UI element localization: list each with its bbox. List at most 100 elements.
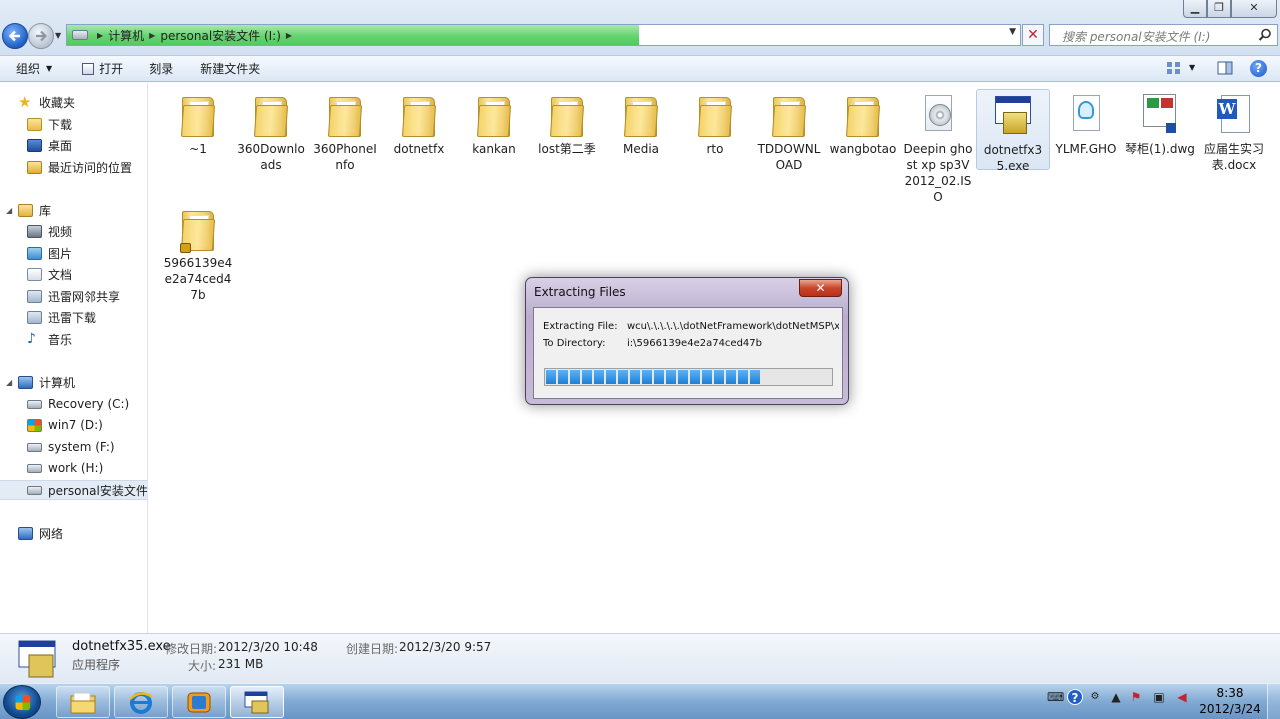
nav-xunlei-download[interactable]: 迅雷下载 [0, 307, 147, 327]
file-item[interactable]: ~1 [161, 85, 235, 157]
tray-options-icon[interactable]: ⚙ [1087, 689, 1103, 705]
preview-pane-icon[interactable] [1217, 61, 1233, 75]
drive-icon [27, 485, 42, 495]
file-item[interactable]: Deepin ghost xp sp3V2012_02.ISO [901, 85, 975, 205]
taskbar-installer[interactable] [230, 686, 284, 718]
network-status-icon[interactable]: ▣ [1151, 689, 1167, 705]
nav-pictures[interactable]: 图片 [0, 243, 147, 263]
show-hidden-icons-icon[interactable]: ▲ [1108, 689, 1124, 705]
tray-help-icon[interactable]: ? [1067, 689, 1083, 705]
file-item[interactable]: TDDOWNLOAD [752, 85, 826, 173]
back-button[interactable] [2, 23, 28, 49]
progress-segment [594, 370, 604, 384]
nav-label: 下载 [48, 117, 73, 132]
file-item-selected[interactable]: dotnetfx35.exe [976, 89, 1050, 173]
close-icon: ✕ [1249, 1, 1259, 14]
file-item[interactable]: rto [678, 85, 752, 157]
nav-label: system (F:) [48, 440, 115, 454]
help-icon[interactable]: ? [1250, 60, 1267, 77]
file-item[interactable]: 5966139e4e2a74ced47b [161, 199, 235, 303]
file-item[interactable]: wangbotao [826, 85, 900, 157]
search-icon[interactable] [1258, 28, 1272, 42]
start-button[interactable] [3, 685, 41, 719]
nav-drive-d[interactable]: win7 (D:) [0, 415, 147, 435]
file-item[interactable]: 琴柜(1).dwg [1123, 85, 1197, 157]
taskbar-explorer[interactable] [56, 686, 110, 718]
nav-label: work (H:) [48, 461, 104, 475]
nav-drive-h[interactable]: work (H:) [0, 458, 147, 478]
file-item[interactable]: Media [604, 85, 678, 157]
tray-keyboard-icon[interactable]: ⌨ [1047, 689, 1064, 705]
nav-downloads[interactable]: 下载 [0, 114, 147, 134]
address-dropdown-icon[interactable]: ▼ [1009, 27, 1016, 37]
restore-icon: ❐ [1214, 1, 1224, 14]
tray-alert-icon[interactable]: ⚑ [1128, 689, 1144, 705]
taskbar-internet-explorer[interactable] [114, 686, 168, 718]
collapse-icon[interactable]: ◢ [6, 378, 12, 387]
dialog-close-button[interactable]: ✕ [799, 279, 842, 297]
file-item[interactable]: YLMF.GHO [1049, 85, 1123, 157]
taskbar-media-player[interactable] [172, 686, 226, 718]
nav-network[interactable]: 网络 [0, 523, 147, 543]
file-item[interactable]: kankan [457, 85, 531, 157]
file-item[interactable]: lost第二季 [530, 85, 604, 157]
clock-time[interactable]: 8:38 [1200, 686, 1260, 700]
clock-date[interactable]: 2012/3/24 [1197, 702, 1263, 716]
breadcrumb-separator[interactable]: ▶ [149, 31, 155, 40]
file-item[interactable]: dotnetfx [382, 85, 456, 157]
nav-drive-f[interactable]: system (F:) [0, 437, 147, 457]
nav-favorites[interactable]: ★ 收藏夹 [0, 92, 147, 112]
drive-icon [27, 399, 42, 409]
nav-label: 文档 [48, 267, 73, 282]
show-desktop-button[interactable] [1267, 684, 1280, 719]
computer-icon [18, 375, 33, 389]
progress-segment [666, 370, 676, 384]
breadcrumb-separator[interactable]: ▶ [286, 31, 292, 40]
burn-button[interactable]: 刻录 [149, 60, 173, 77]
collapse-icon[interactable]: ◢ [6, 206, 12, 215]
nav-videos[interactable]: 视频 [0, 221, 147, 241]
extracting-file-label: Extracting File: [543, 321, 618, 332]
extraction-progress-bar [544, 368, 833, 386]
organize-menu[interactable]: 组织 ▼ [16, 60, 52, 77]
address-field[interactable]: ▶ 计算机 ▶ personal安装文件 (I:) ▶ ▼ [66, 24, 1021, 46]
new-folder-button[interactable]: 新建文件夹 [200, 60, 260, 77]
change-view-icon[interactable] [1166, 61, 1182, 75]
close-window-button[interactable]: ✕ [1231, 0, 1277, 18]
forward-button[interactable] [28, 23, 54, 49]
nav-desktop[interactable]: 桌面 [0, 135, 147, 155]
maximize-button[interactable]: ❐ [1207, 0, 1231, 18]
nav-label: 库 [39, 203, 52, 218]
breadcrumb-drive[interactable]: personal安装文件 (I:) [160, 27, 281, 44]
file-item[interactable]: W 应届生实习表.docx [1197, 85, 1271, 173]
nav-xunlei-share[interactable]: 迅雷网邻共享 [0, 286, 147, 306]
nav-libraries[interactable]: ◢ 库 [0, 200, 147, 220]
view-options-dropdown[interactable]: ▼ [1189, 63, 1195, 72]
nav-music[interactable]: ♪ 音乐 [0, 329, 147, 349]
nav-drive-i[interactable]: personal安装文件 ( [0, 480, 147, 500]
download-library-icon [27, 310, 42, 324]
stop-button[interactable]: ✕ [1022, 24, 1044, 46]
file-item[interactable]: 360PhoneInfo [308, 85, 382, 173]
progress-segment [570, 370, 580, 384]
nav-label: 迅雷下载 [48, 310, 97, 325]
details-filename: dotnetfx35.exe [72, 639, 171, 654]
recent-pages-dropdown[interactable]: ▼ [55, 31, 61, 40]
breadcrumb-separator[interactable]: ▶ [97, 31, 103, 40]
volume-muted-icon[interactable]: ◀ [1174, 689, 1190, 705]
breadcrumb-computer[interactable]: 计算机 [108, 27, 144, 44]
file-item[interactable]: 360Downloads [234, 85, 308, 173]
file-label: ~1 [189, 142, 207, 156]
details-filetype: 应用程序 [72, 658, 121, 672]
open-button[interactable]: 打开 [82, 60, 123, 77]
progress-segment [546, 370, 556, 384]
minimize-button[interactable]: ▁ [1183, 0, 1207, 18]
nav-documents[interactable]: 文档 [0, 264, 147, 284]
nav-computer[interactable]: ◢ 计算机 [0, 372, 147, 392]
search-input[interactable]: 搜索 personal安装文件 (I:) [1049, 24, 1278, 46]
size-value: 231 MB [218, 657, 264, 671]
nav-recent-places[interactable]: 最近访问的位置 [0, 157, 147, 177]
nav-drive-c[interactable]: Recovery (C:) [0, 394, 147, 414]
minimize-icon: ▁ [1190, 1, 1200, 14]
file-label: TDDOWNLOAD [757, 142, 821, 172]
